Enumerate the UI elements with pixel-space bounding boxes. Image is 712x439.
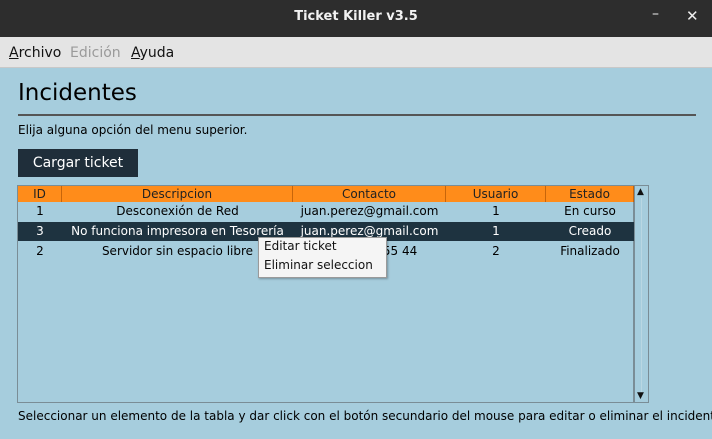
context-menu: Editar ticket Eliminar seleccion [258, 237, 387, 278]
heading-divider [18, 114, 696, 116]
menu-archivo[interactable]: Archivo [9, 45, 61, 61]
cell-usuario: 1 [492, 204, 500, 218]
close-icon[interactable]: ✕ [686, 7, 699, 25]
menu-ayuda[interactable]: Ayuda [131, 45, 174, 61]
cell-usuario: 1 [492, 224, 500, 238]
cell-contacto: juan.perez@gmail.com [300, 204, 439, 218]
footer-help-text: Seleccionar un elemento de la tabla y da… [18, 409, 712, 423]
menu-archivo-mnemonic: A [9, 45, 19, 61]
column-header-id[interactable]: ID [18, 186, 62, 202]
column-header-usuario[interactable]: Usuario [446, 186, 546, 202]
scrollbar-track[interactable] [641, 198, 642, 392]
menu-archivo-label: rchivo [18, 45, 62, 61]
context-menu-delete-selection[interactable]: Eliminar seleccion [264, 258, 373, 272]
table-header: ID Descripcion Contacto Usuario Estado [18, 186, 634, 202]
window-titlebar: Ticket Killer v3.5 – ✕ [0, 0, 712, 37]
scroll-down-arrow-icon[interactable]: ▼ [637, 391, 644, 401]
instruction-text: Elija alguna opción del menu superior. [18, 123, 248, 137]
table-scrollbar[interactable]: ▲ ▼ [634, 185, 649, 403]
window-title: Ticket Killer v3.5 [294, 9, 418, 24]
menu-ayuda-label: yuda [139, 45, 175, 61]
load-ticket-button[interactable]: Cargar ticket [18, 149, 138, 177]
minimize-icon[interactable]: – [652, 6, 659, 22]
cell-id: 1 [36, 204, 44, 218]
cell-id: 2 [36, 244, 44, 258]
page-title: Incidentes [18, 80, 137, 106]
incidents-table: ID Descripcion Contacto Usuario Estado 1… [17, 185, 634, 403]
column-header-descripcion[interactable]: Descripcion [62, 186, 293, 202]
scroll-up-arrow-icon[interactable]: ▲ [637, 187, 644, 197]
menu-edicion[interactable]: Edición [70, 45, 121, 61]
column-header-contacto[interactable]: Contacto [293, 186, 446, 202]
menu-ayuda-mnemonic: A [131, 45, 140, 61]
cell-id: 3 [36, 224, 44, 238]
cell-descripcion: Desconexión de Red [116, 204, 239, 218]
cell-estado: En curso [564, 204, 616, 218]
cell-usuario: 2 [492, 244, 500, 258]
cell-estado: Finalizado [560, 244, 620, 258]
table-row[interactable]: 1 Desconexión de Red juan.perez@gmail.co… [18, 202, 634, 221]
menubar: Archivo Edición Ayuda [0, 37, 712, 68]
cell-estado: Creado [568, 224, 612, 238]
column-header-estado[interactable]: Estado [546, 186, 634, 202]
context-menu-edit-ticket[interactable]: Editar ticket [264, 239, 337, 253]
